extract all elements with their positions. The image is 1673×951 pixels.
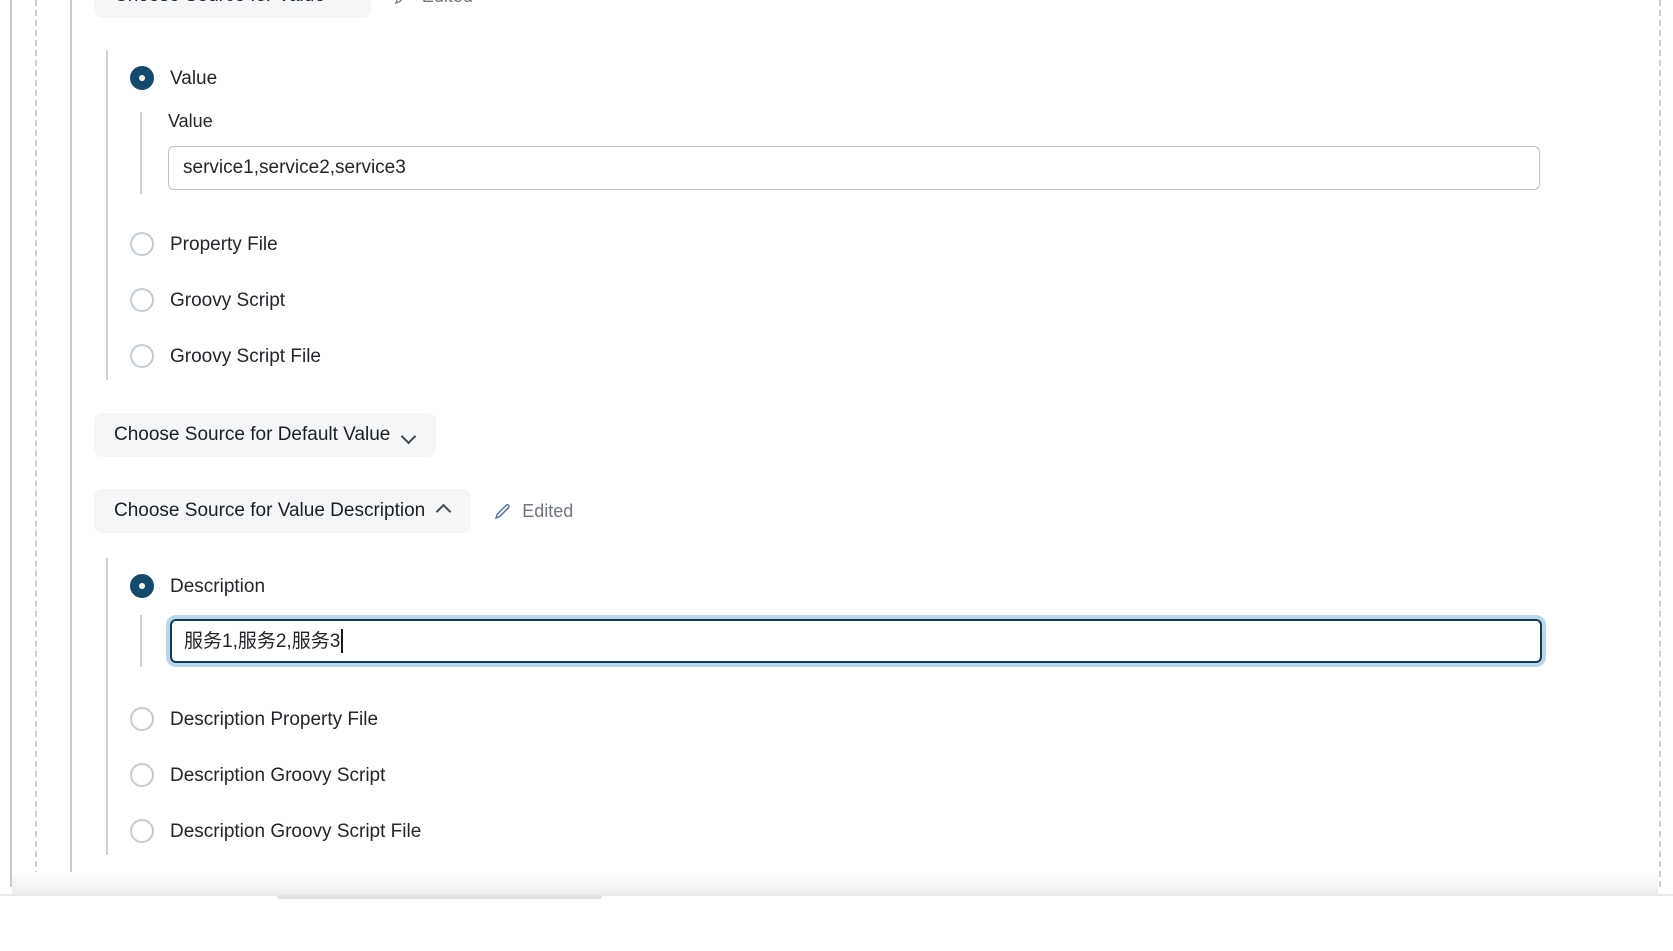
content-bottom-fade <box>12 872 1658 894</box>
radio-label-property-file: Property File <box>170 233 278 255</box>
description-field-block: 服务1,服务2,服务3 <box>140 615 1546 667</box>
radio-row-property-file[interactable]: Property File <box>108 216 321 272</box>
section-header-value-description: Choose Source for Value Description Edit… <box>94 489 573 533</box>
pencil-icon <box>493 502 512 521</box>
edited-text-value-description: Edited <box>522 500 574 521</box>
value-description-source-radio-group: Description Description Property File De… <box>106 558 421 855</box>
edited-badge-value: Edited <box>393 0 473 7</box>
horizontal-scrollbar[interactable] <box>277 895 602 899</box>
choose-source-for-default-value-label: Choose Source for Default Value <box>114 424 391 445</box>
text-caret <box>341 629 343 653</box>
radio-row-description-groovy-script[interactable]: Description Groovy Script <box>108 747 421 803</box>
radio-indicator-description[interactable] <box>130 574 154 598</box>
radio-indicator-value[interactable] <box>130 66 154 90</box>
value-field-block: Value <box>140 112 1540 194</box>
radio-label-description: Description <box>170 575 266 597</box>
choose-source-for-default-value-toggle[interactable]: Choose Source for Default Value <box>94 413 437 457</box>
section-header-value: Choose Source for Value Edited <box>94 0 473 18</box>
description-input[interactable]: 服务1,服务2,服务3 <box>170 619 1542 663</box>
radio-indicator-description-property-file[interactable] <box>130 707 154 731</box>
choose-source-for-value-description-toggle[interactable]: Choose Source for Value Description <box>94 489 472 533</box>
choose-source-for-value-toggle[interactable]: Choose Source for Value <box>94 0 371 18</box>
radio-row-description[interactable]: Description <box>108 558 421 614</box>
chevron-up-icon <box>437 504 451 518</box>
value-input[interactable] <box>168 146 1540 190</box>
radio-label-value: Value <box>170 67 218 89</box>
radio-label-groovy-script-file: Groovy Script File <box>170 345 321 367</box>
radio-indicator-groovy-script[interactable] <box>130 288 154 312</box>
section-header-default-value: Choose Source for Default Value <box>94 413 437 457</box>
footer-area <box>0 894 1673 951</box>
pencil-icon <box>393 0 412 6</box>
choose-source-for-value-label: Choose Source for Value <box>114 0 325 5</box>
radio-indicator-description-groovy-script-file[interactable] <box>130 819 154 843</box>
radio-indicator-groovy-script-file[interactable] <box>130 344 154 368</box>
footer-divider <box>0 894 1673 896</box>
description-input-value: 服务1,服务2,服务3 <box>184 630 341 652</box>
chevron-up-icon <box>337 0 351 3</box>
dashed-drop-guide-left <box>35 0 37 887</box>
radio-label-description-property-file: Description Property File <box>170 708 379 730</box>
radio-row-value[interactable]: Value <box>108 50 321 106</box>
dashed-drop-guide-right <box>1659 0 1661 887</box>
radio-row-description-property-file[interactable]: Description Property File <box>108 691 421 747</box>
radio-indicator-property-file[interactable] <box>130 232 154 256</box>
value-field-label: Value <box>168 111 213 131</box>
radio-row-groovy-script-file[interactable]: Groovy Script File <box>108 328 321 384</box>
radio-row-description-groovy-script-file[interactable]: Description Groovy Script File <box>108 803 421 859</box>
value-source-radio-group: Value Property File Groovy Script Groovy… <box>106 50 321 380</box>
outer-guide-line <box>10 0 12 887</box>
radio-indicator-description-groovy-script[interactable] <box>130 763 154 787</box>
radio-label-description-groovy-script: Description Groovy Script <box>170 764 386 786</box>
radio-label-groovy-script: Groovy Script <box>170 289 286 311</box>
edited-badge-value-description: Edited <box>493 501 573 522</box>
scrollable-config-panel: Choose Source for Value Edited Value Pro… <box>0 0 1673 951</box>
radio-label-description-groovy-script-file: Description Groovy Script File <box>170 820 422 842</box>
choose-source-for-value-description-label: Choose Source for Value Description <box>114 500 426 521</box>
chevron-down-icon <box>402 428 416 442</box>
radio-row-groovy-script[interactable]: Groovy Script <box>108 272 321 328</box>
edited-text-value: Edited <box>422 0 473 7</box>
focus-ring: 服务1,服务2,服务3 <box>166 615 1546 667</box>
